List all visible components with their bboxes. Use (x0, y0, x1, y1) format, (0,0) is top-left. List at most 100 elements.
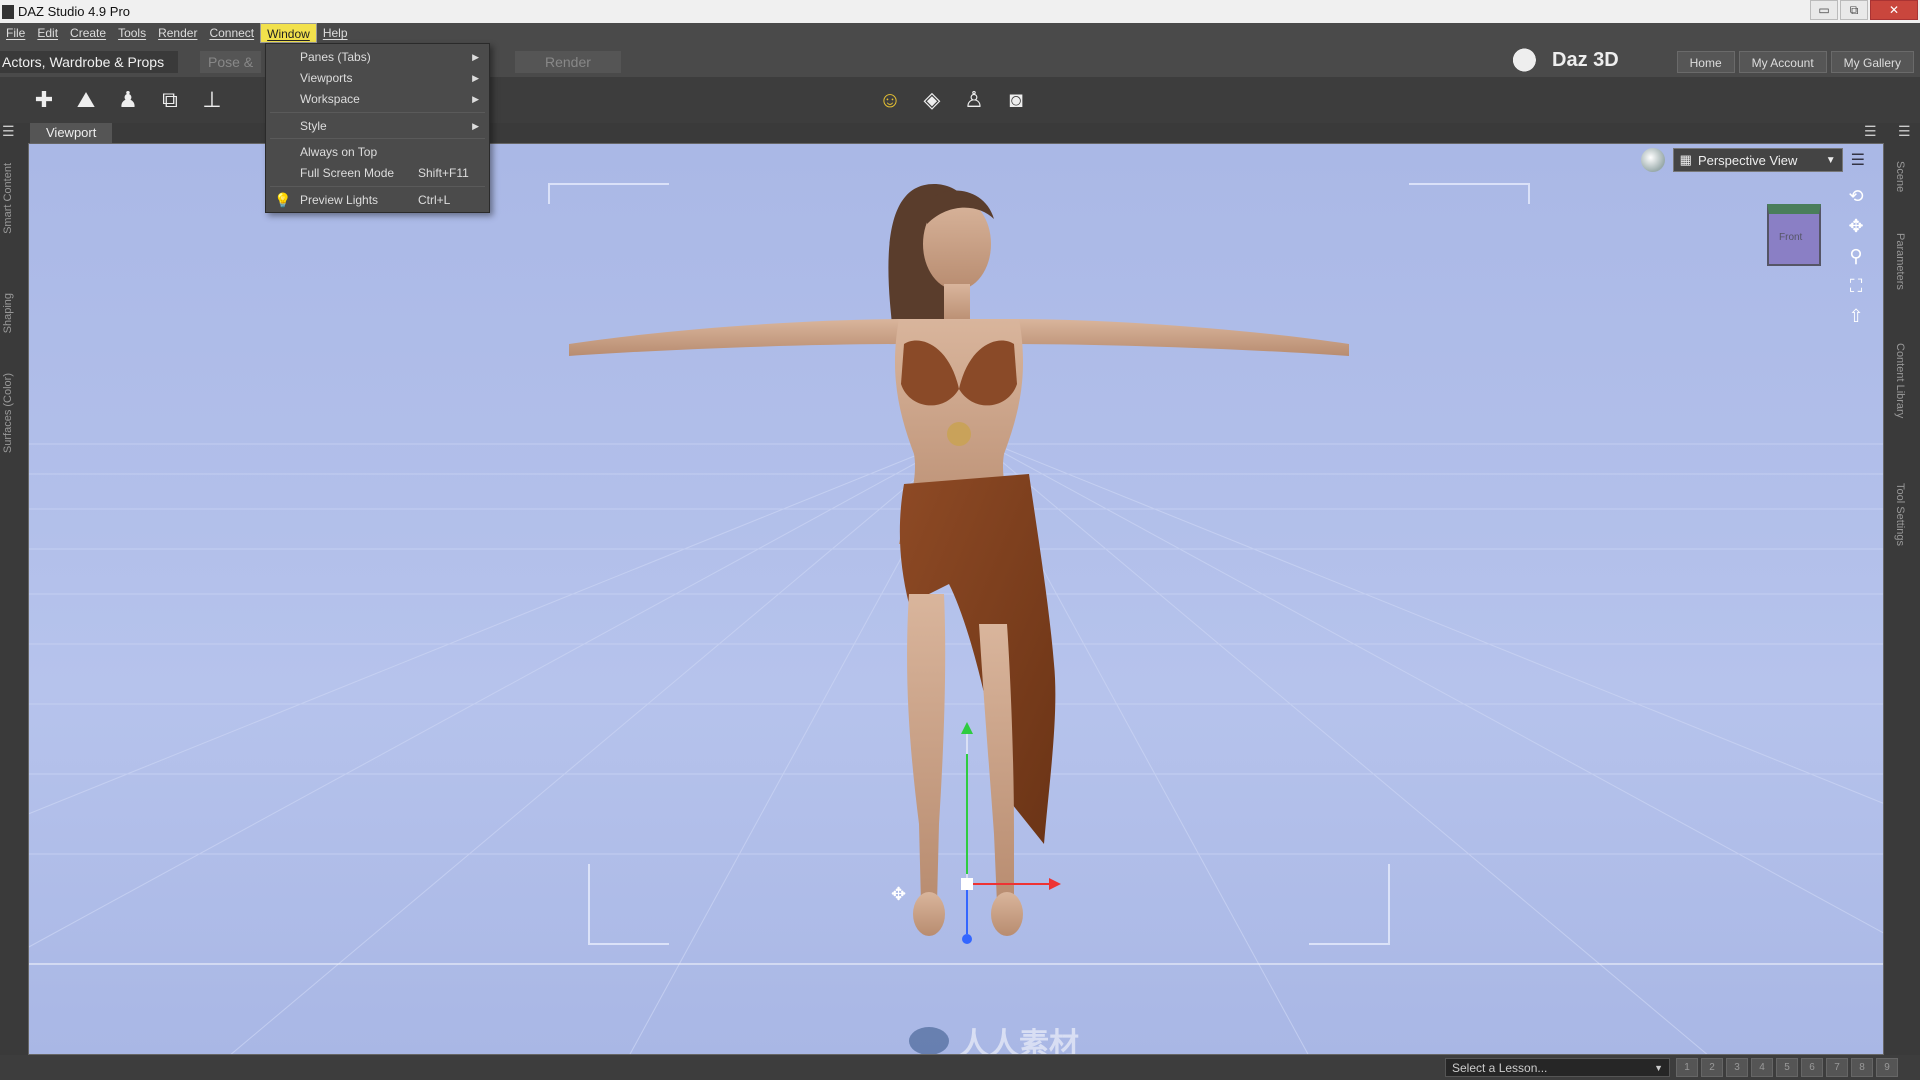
view-select-value: Perspective View (1697, 152, 1798, 168)
lightbulb-icon: 💡 (274, 192, 292, 208)
submenu-arrow-icon: ▶ (472, 121, 479, 131)
step-button[interactable]: 5 (1776, 1058, 1798, 1077)
step-button[interactable]: 9 (1876, 1058, 1898, 1077)
side-tab-content-library[interactable]: Content Library (1894, 343, 1906, 418)
chevron-down-icon: ▼ (1654, 1062, 1663, 1073)
step-button[interactable]: 8 (1851, 1058, 1873, 1077)
nav-cube-label: Front (1779, 232, 1803, 243)
zoom-icon[interactable]: ⚲ (1843, 244, 1869, 268)
lesson-step-buttons: 1 2 3 4 5 6 7 8 9 (1676, 1058, 1898, 1077)
menu-item-viewports[interactable]: Viewports ▶ (266, 68, 489, 88)
step-button[interactable]: 7 (1826, 1058, 1848, 1077)
figure-tool-icon[interactable]: ♙ (958, 85, 990, 115)
menu-item-preview-lights[interactable]: 💡 Preview Lights Ctrl+L (266, 190, 489, 210)
add-prop-icon[interactable]: ⧉ (154, 85, 186, 115)
menu-tools[interactable]: Tools (112, 23, 152, 43)
pan-icon[interactable]: ✥ (1843, 214, 1869, 238)
menu-separator (270, 186, 485, 187)
pane-menu-icon[interactable]: ☰ (2, 123, 15, 140)
menu-item-label: Always on Top (300, 145, 378, 159)
tab-viewport[interactable]: Viewport (30, 123, 113, 143)
viewport-options-icon[interactable]: ☰ (1864, 123, 1877, 140)
menu-help[interactable]: Help (317, 23, 354, 43)
menu-item-label: Viewports (300, 71, 353, 85)
orbit-icon[interactable]: ⟲ (1843, 184, 1869, 208)
menu-bar: File Edit Create Tools Render Connect Wi… (0, 23, 1920, 43)
close-button[interactable]: ✕ (1870, 0, 1918, 20)
watermark-text: 人人素材 (959, 1028, 1079, 1055)
watermark: 人人素材 (909, 1019, 1079, 1055)
submenu-arrow-icon: ▶ (472, 52, 479, 62)
step-button[interactable]: 2 (1701, 1058, 1723, 1077)
title-bar: DAZ Studio 4.9 Pro ▭ ⧉ ✕ (0, 0, 1920, 23)
side-tab-tool-settings[interactable]: Tool Settings (1894, 483, 1906, 546)
menu-item-panes-tabs[interactable]: Panes (Tabs) ▶ (266, 47, 489, 67)
frame-icon[interactable]: ⛶ (1843, 274, 1869, 298)
menu-item-label: Panes (Tabs) (300, 50, 371, 64)
menu-item-workspace[interactable]: Workspace ▶ (266, 89, 489, 109)
menu-item-label: Preview Lights (300, 193, 379, 207)
menu-edit[interactable]: Edit (31, 23, 64, 43)
menu-item-label: Full Screen Mode (300, 166, 395, 180)
menu-item-style[interactable]: Style ▶ (266, 116, 489, 136)
submenu-arrow-icon: ▶ (472, 73, 479, 83)
menu-window[interactable]: Window (260, 23, 317, 43)
chevron-down-icon: ▼ (1825, 154, 1836, 166)
add-figure-icon[interactable]: ✚ (28, 85, 60, 115)
draw-style-sphere-icon[interactable] (1640, 148, 1665, 172)
right-pane-menu-icon[interactable]: ☰ (1898, 123, 1911, 140)
my-gallery-button[interactable]: My Gallery (1830, 51, 1914, 73)
add-object-icon[interactable]: ⊥ (196, 85, 228, 115)
tab-render[interactable]: Render (515, 51, 621, 73)
camera-nav-tools: ⟲ ✥ ⚲ ⛶ ⇧ (1843, 184, 1869, 328)
female-figure-model[interactable] (29, 144, 1884, 1055)
menu-item-always-on-top[interactable]: Always on Top (266, 142, 489, 162)
side-tab-scene[interactable]: Scene (1894, 161, 1906, 192)
menu-item-full-screen-mode[interactable]: Full Screen Mode Shift+F11 (266, 163, 489, 183)
reset-view-icon[interactable]: ⇧ (1843, 304, 1869, 328)
lesson-select[interactable]: Select a Lesson... ▼ (1445, 1058, 1670, 1077)
viewport-menu-icon[interactable]: ☰ (1851, 150, 1865, 170)
watermark-logo-icon (909, 1027, 949, 1054)
menu-item-label: Workspace (300, 92, 360, 106)
tab-actors-wardrobe-props[interactable]: Actors, Wardrobe & Props (0, 51, 179, 73)
pose-tool-icon[interactable]: ☺ (874, 85, 906, 115)
3d-viewport[interactable]: ✥ ▦ Perspective View ▼ ☰ Front ⟲ ✥ ⚲ ⛶ ⇧… (28, 143, 1884, 1055)
window-controls: ▭ ⧉ ✕ (1808, 0, 1918, 20)
maximize-button[interactable]: ⧉ (1840, 0, 1868, 20)
tab-pose[interactable]: Pose & (200, 51, 262, 73)
menu-item-label: Style (300, 119, 327, 133)
add-scene-icon[interactable]: ⛰ (70, 85, 102, 115)
submenu-arrow-icon: ▶ (472, 94, 479, 104)
my-account-button[interactable]: My Account (1738, 51, 1827, 73)
add-people-icon[interactable]: ♟ (112, 85, 144, 115)
diamond-tool-icon[interactable]: ◈ (916, 85, 948, 115)
viewport-controls: ▦ Perspective View ▼ ☰ (1640, 148, 1865, 172)
lesson-select-value: Select a Lesson... (1452, 1060, 1548, 1075)
navigation-cube[interactable]: Front (1767, 204, 1821, 266)
side-tab-parameters[interactable]: Parameters (1894, 233, 1906, 290)
menu-connect[interactable]: Connect (203, 23, 260, 43)
top-links: Home My Account My Gallery (1676, 51, 1914, 73)
right-pane-strip: Scene Parameters Content Library Tool Se… (1884, 143, 1920, 1055)
step-button[interactable]: 3 (1726, 1058, 1748, 1077)
view-select[interactable]: ▦ Perspective View ▼ (1672, 148, 1843, 172)
left-pane-strip: Smart Content Shaping Surfaces (Color) (0, 143, 28, 1055)
menu-render[interactable]: Render (152, 23, 203, 43)
minimize-button[interactable]: ▭ (1810, 0, 1838, 20)
step-button[interactable]: 4 (1751, 1058, 1773, 1077)
brand-name: Daz 3D (1552, 48, 1619, 71)
daz-logo-icon (1510, 47, 1546, 73)
home-button[interactable]: Home (1676, 51, 1735, 73)
view-select-icon: ▦ (1679, 152, 1692, 167)
app-icon (2, 4, 14, 19)
side-tab-surfaces[interactable]: Surfaces (Color) (2, 373, 14, 453)
menu-create[interactable]: Create (64, 23, 112, 43)
menu-separator (270, 112, 485, 113)
menu-file[interactable]: File (0, 23, 31, 43)
side-tab-shaping[interactable]: Shaping (2, 293, 14, 333)
step-button[interactable]: 1 (1676, 1058, 1698, 1077)
side-tab-smart-content[interactable]: Smart Content (2, 163, 14, 234)
camera-tool-icon[interactable]: ◙ (1000, 85, 1032, 115)
step-button[interactable]: 6 (1801, 1058, 1823, 1077)
